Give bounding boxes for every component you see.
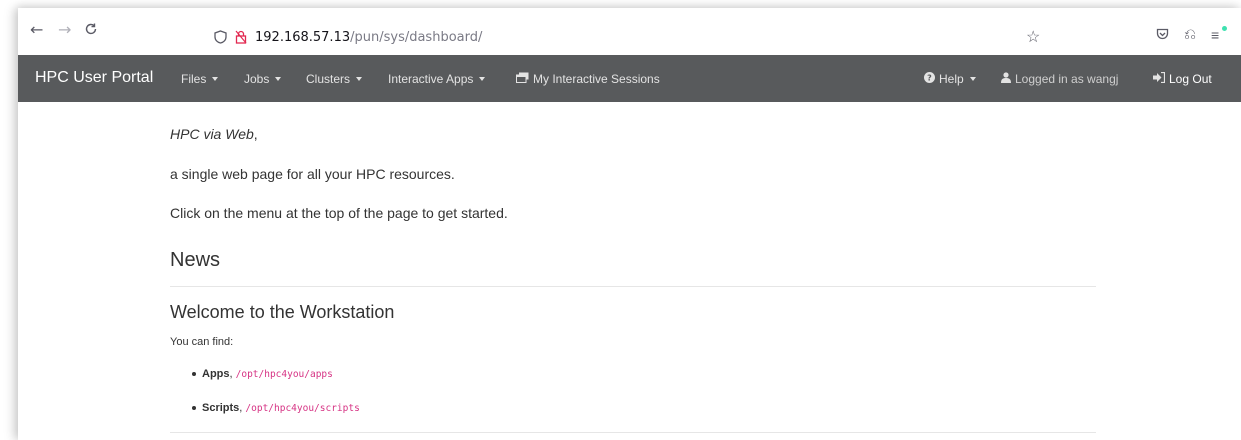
list-item-path: /opt/hpc4you/scripts bbox=[245, 402, 360, 414]
bullet-icon bbox=[192, 406, 196, 410]
nav-my-interactive-sessions[interactable]: My Interactive Sessions bbox=[516, 72, 660, 86]
back-arrow-icon[interactable]: ← bbox=[30, 20, 43, 39]
user-icon bbox=[1001, 72, 1011, 86]
list-item: Apps, /opt/hpc4you/apps bbox=[192, 368, 333, 380]
update-badge-icon bbox=[1222, 26, 1227, 31]
nav-interactive-apps-label: Interactive Apps bbox=[388, 72, 474, 86]
nav-sessions-label: My Interactive Sessions bbox=[533, 72, 660, 86]
url-host: 192.168.57.13 bbox=[255, 29, 351, 45]
pocket-icon[interactable] bbox=[1156, 28, 1169, 43]
extensions-icon[interactable]: ⎌ bbox=[1184, 26, 1196, 43]
reload-icon[interactable] bbox=[84, 21, 98, 40]
list-item-label: Scripts bbox=[202, 402, 240, 414]
sessions-icon bbox=[516, 72, 529, 86]
sign-out-icon bbox=[1153, 71, 1166, 86]
list-item-path: /opt/hpc4you/apps bbox=[235, 368, 333, 380]
question-circle-icon: ? bbox=[924, 72, 935, 86]
svg-text:?: ? bbox=[927, 74, 932, 83]
menu-icon[interactable]: ≡ bbox=[1211, 27, 1219, 43]
caret-down-icon bbox=[969, 77, 976, 81]
nav-jobs-label: Jobs bbox=[244, 72, 270, 86]
post-title: Welcome to the Workstation bbox=[170, 302, 395, 322]
logged-in-label: Logged in as wangj bbox=[1015, 72, 1119, 86]
news-heading: News bbox=[170, 249, 221, 271]
nav-clusters-label: Clusters bbox=[306, 72, 351, 86]
tagline-line2: a single web page for all your HPC resou… bbox=[170, 166, 455, 182]
address-bar[interactable]: 192.168.57.13 /pun/sys/dashboard/ bbox=[214, 27, 1034, 47]
caret-down-icon bbox=[356, 77, 363, 81]
post-intro: You can find: bbox=[170, 336, 234, 348]
lock-icon[interactable] bbox=[235, 30, 247, 44]
divider bbox=[170, 286, 1096, 287]
tagline: HPC via Web, bbox=[170, 126, 258, 142]
top-navbar: HPC User Portal Files Jobs Clusters Inte… bbox=[18, 55, 1241, 102]
list-item: Scripts, /opt/hpc4you/scripts bbox=[192, 402, 360, 414]
divider bbox=[170, 432, 1096, 433]
browser-toolbar: ← → 192.168.57.13 /pun/sys/dashboard/ ☆ … bbox=[18, 8, 1241, 54]
nav-logout[interactable]: Log Out bbox=[1153, 71, 1212, 86]
nav-files[interactable]: Files bbox=[181, 72, 219, 86]
nav-clusters[interactable]: Clusters bbox=[306, 72, 363, 86]
tagline-line3: Click on the menu at the top of the page… bbox=[170, 205, 508, 221]
star-icon[interactable]: ☆ bbox=[1026, 27, 1040, 47]
shield-icon[interactable] bbox=[214, 30, 227, 44]
list-item-label: Apps bbox=[202, 368, 230, 380]
brand-link[interactable]: HPC User Portal bbox=[35, 69, 153, 87]
caret-down-icon bbox=[275, 77, 282, 81]
caret-down-icon bbox=[212, 77, 219, 81]
nav-help-label: Help bbox=[939, 72, 964, 86]
caret-down-icon bbox=[479, 77, 486, 81]
nav-files-label: Files bbox=[181, 72, 207, 86]
nav-jobs[interactable]: Jobs bbox=[244, 72, 282, 86]
logout-label: Log Out bbox=[1169, 72, 1212, 86]
nav-interactive-apps[interactable]: Interactive Apps bbox=[388, 72, 486, 86]
url-path: /pun/sys/dashboard/ bbox=[350, 29, 483, 45]
forward-arrow-icon[interactable]: → bbox=[58, 20, 71, 39]
nav-logged-in: Logged in as wangj bbox=[1001, 72, 1118, 86]
tagline-suffix: , bbox=[253, 126, 258, 142]
bullet-icon bbox=[192, 372, 196, 376]
nav-help[interactable]: ? Help bbox=[924, 72, 976, 86]
browser-window: ← → 192.168.57.13 /pun/sys/dashboard/ ☆ … bbox=[18, 8, 1241, 440]
tagline-italic: HPC via Web bbox=[170, 126, 254, 142]
